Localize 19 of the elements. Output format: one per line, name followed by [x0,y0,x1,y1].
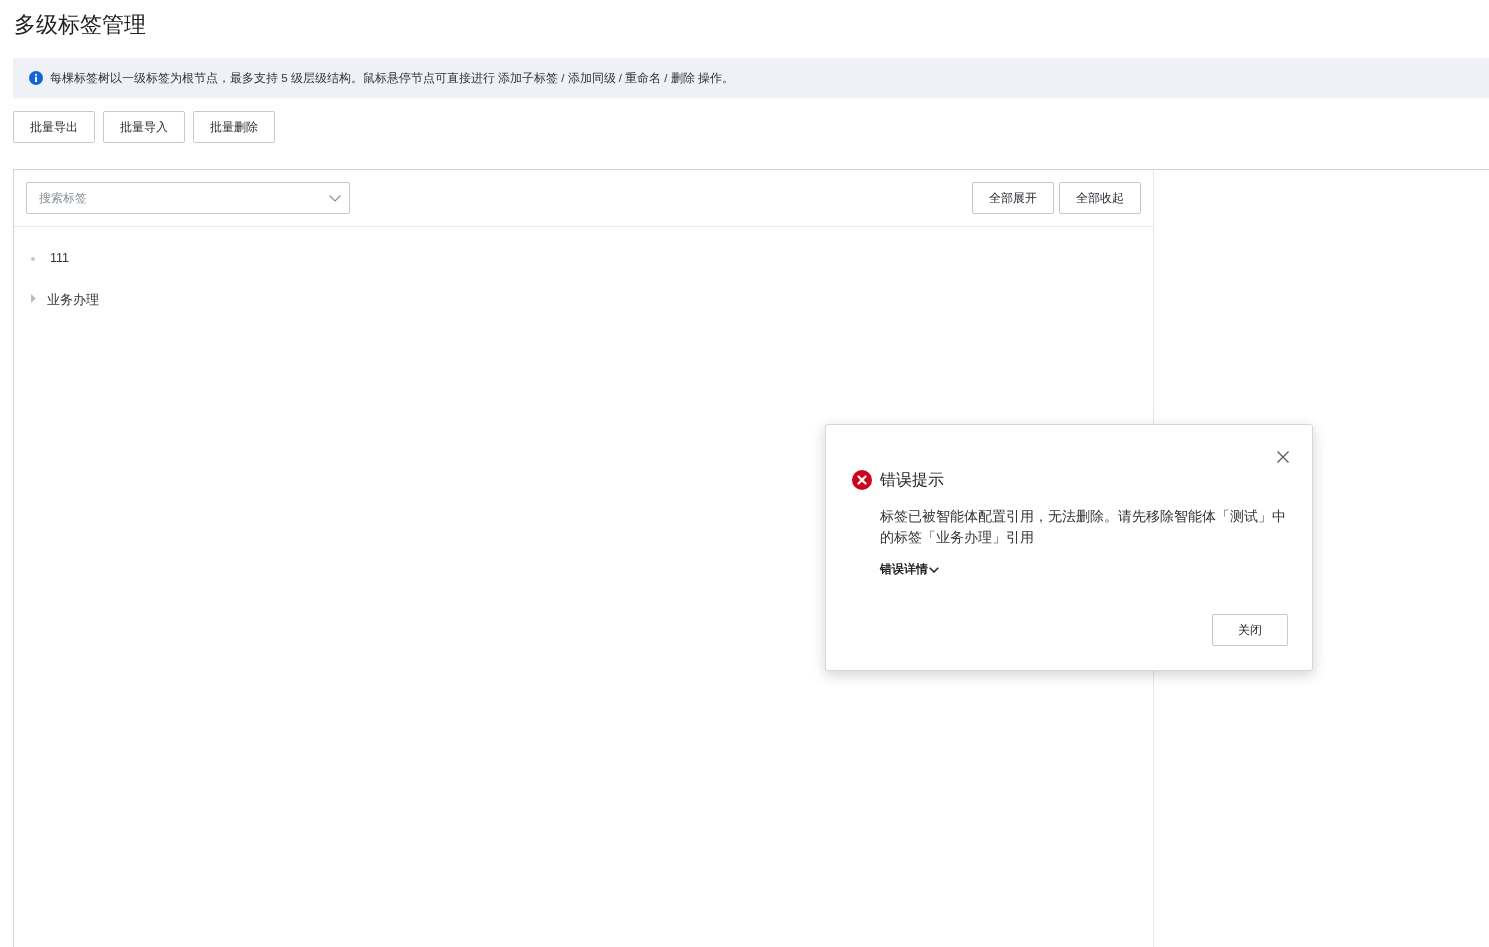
info-icon [29,71,43,85]
dialog-message: 标签已被智能体配置引用，无法删除。请先移除智能体「测试」中的标签「业务办理」引用 [880,507,1287,547]
close-button[interactable] [1277,451,1289,463]
error-icon [852,470,872,490]
search-select[interactable]: 搜索标签 [26,182,350,214]
toolbar-button[interactable]: 批量删除 [193,111,275,143]
tree-node-label[interactable]: 111 [50,251,69,265]
page-title: 多级标签管理 [14,11,146,39]
toolbar-button[interactable]: 批量导入 [103,111,185,143]
tree-node-label[interactable]: 业务办理 [47,291,99,309]
close-icon [1277,451,1289,463]
dialog-title: 错误提示 [880,470,944,490]
tree-action-button[interactable]: 全部展开 [972,182,1054,214]
close-dialog-button[interactable]: 关闭 [1212,614,1288,646]
details-toggle[interactable]: 错误详情 [880,561,939,578]
chevron-down-icon [329,195,341,202]
tree-action-button[interactable]: 全部收起 [1059,182,1141,214]
info-text: 每棵标签树以一级标签为根节点，最多支持 5 级层级结构。鼠标悬停节点可直接进行 添加子标签 / 添加同级 / 重命名 / 删除 操作。 [50,70,734,86]
toolbar-button[interactable]: 批量导出 [13,111,95,143]
